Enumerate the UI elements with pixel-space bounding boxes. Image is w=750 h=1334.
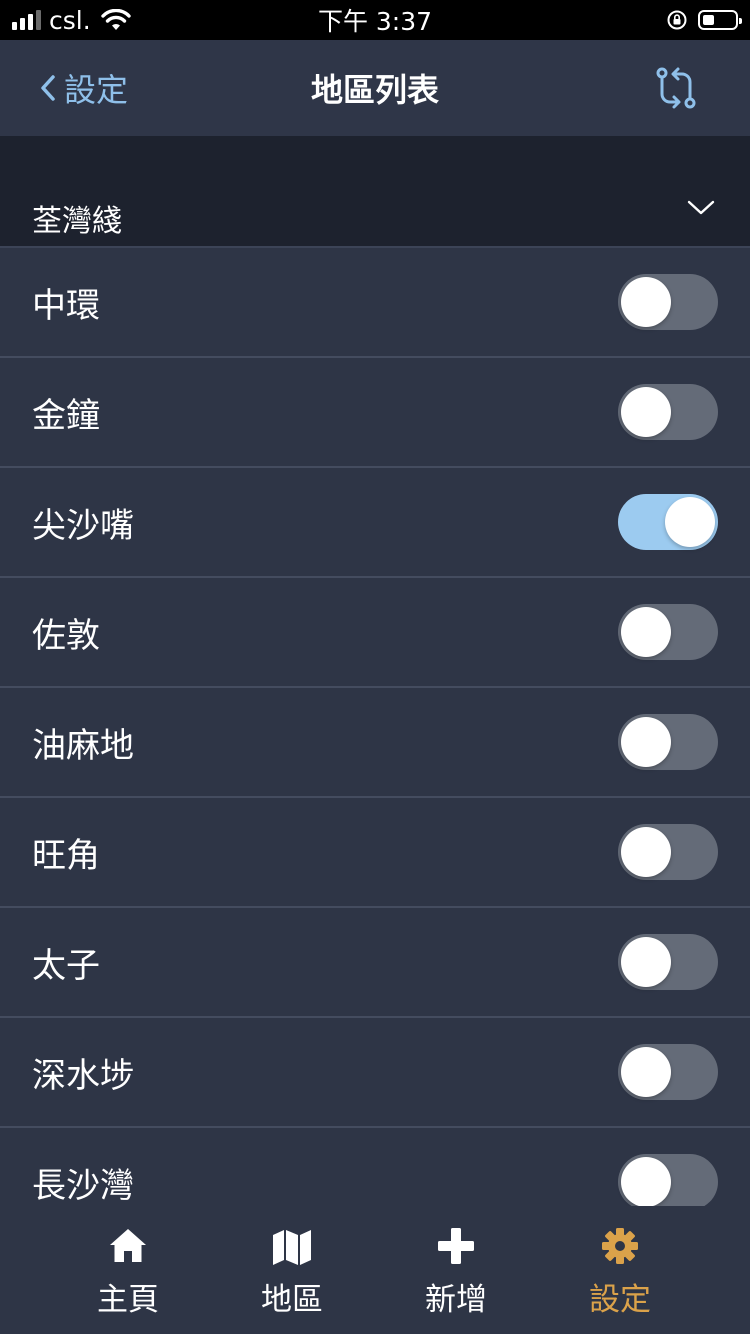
station-toggle[interactable] <box>618 824 718 880</box>
tab-map[interactable]: 地區 <box>210 1206 374 1334</box>
station-label: 長沙灣 <box>32 1165 134 1206</box>
section-header[interactable]: 荃灣綫 <box>0 136 750 248</box>
tab-label: 主頁 <box>97 1282 159 1318</box>
tab-home[interactable]: 主頁 <box>46 1206 210 1334</box>
list-item: 中環 <box>0 248 750 358</box>
gear-icon <box>602 1228 638 1264</box>
tab-label: 設定 <box>589 1282 651 1318</box>
station-label: 旺角 <box>32 835 100 876</box>
tab-label: 新增 <box>425 1282 487 1318</box>
status-time: 下午 3:37 <box>317 7 433 36</box>
list-item: 油麻地 <box>0 688 750 798</box>
status-right <box>666 0 742 40</box>
station-label: 深水埗 <box>32 1055 134 1096</box>
station-toggle[interactable] <box>618 1044 718 1100</box>
tab-bar: 主頁 地區 新增 設定 <box>0 1206 750 1334</box>
tab-label: 地區 <box>261 1282 323 1318</box>
station-label: 金鐘 <box>32 395 100 436</box>
section-title: 荃灣綫 <box>32 204 122 239</box>
swap-button[interactable] <box>652 64 700 112</box>
station-label: 太子 <box>32 945 100 986</box>
home-icon <box>110 1229 146 1262</box>
station-toggle[interactable] <box>618 1154 718 1206</box>
list-item: 旺角 <box>0 798 750 908</box>
map-icon <box>273 1230 311 1265</box>
station-list[interactable]: 中環 金鐘 尖沙嘴 佐敦 油麻地 旺角 太子 深水埗 長沙灣 <box>0 248 750 1206</box>
station-toggle[interactable] <box>618 274 718 330</box>
battery-icon <box>698 10 742 30</box>
station-label: 油麻地 <box>32 725 134 766</box>
page-title: 地區列表 <box>310 71 439 109</box>
tab-settings[interactable]: 設定 <box>538 1206 702 1334</box>
station-toggle[interactable] <box>618 934 718 990</box>
list-item: 佐敦 <box>0 578 750 688</box>
list-item: 深水埗 <box>0 1018 750 1128</box>
rotation-lock-icon <box>667 10 687 30</box>
station-toggle[interactable] <box>618 494 718 550</box>
list-item: 長沙灣 <box>0 1128 750 1206</box>
station-label: 尖沙嘴 <box>32 505 134 546</box>
list-item: 金鐘 <box>0 358 750 468</box>
station-toggle[interactable] <box>618 714 718 770</box>
plus-icon <box>438 1228 474 1264</box>
list-item: 太子 <box>0 908 750 1018</box>
station-label: 佐敦 <box>32 615 100 656</box>
screen: csl. 下午 3:37 設定 地區列表 荃灣綫 中環 金鐘 尖沙嘴 佐敦 油麻… <box>0 0 750 1334</box>
station-toggle[interactable] <box>618 604 718 660</box>
tab-add[interactable]: 新增 <box>374 1206 538 1334</box>
station-toggle[interactable] <box>618 384 718 440</box>
nav-bar: 設定 地區列表 <box>0 40 750 136</box>
chevron-down-icon <box>687 200 715 215</box>
status-bar: csl. 下午 3:37 <box>0 0 750 40</box>
swap-icon <box>656 67 696 109</box>
station-label: 中環 <box>32 285 100 326</box>
list-item: 尖沙嘴 <box>0 468 750 578</box>
